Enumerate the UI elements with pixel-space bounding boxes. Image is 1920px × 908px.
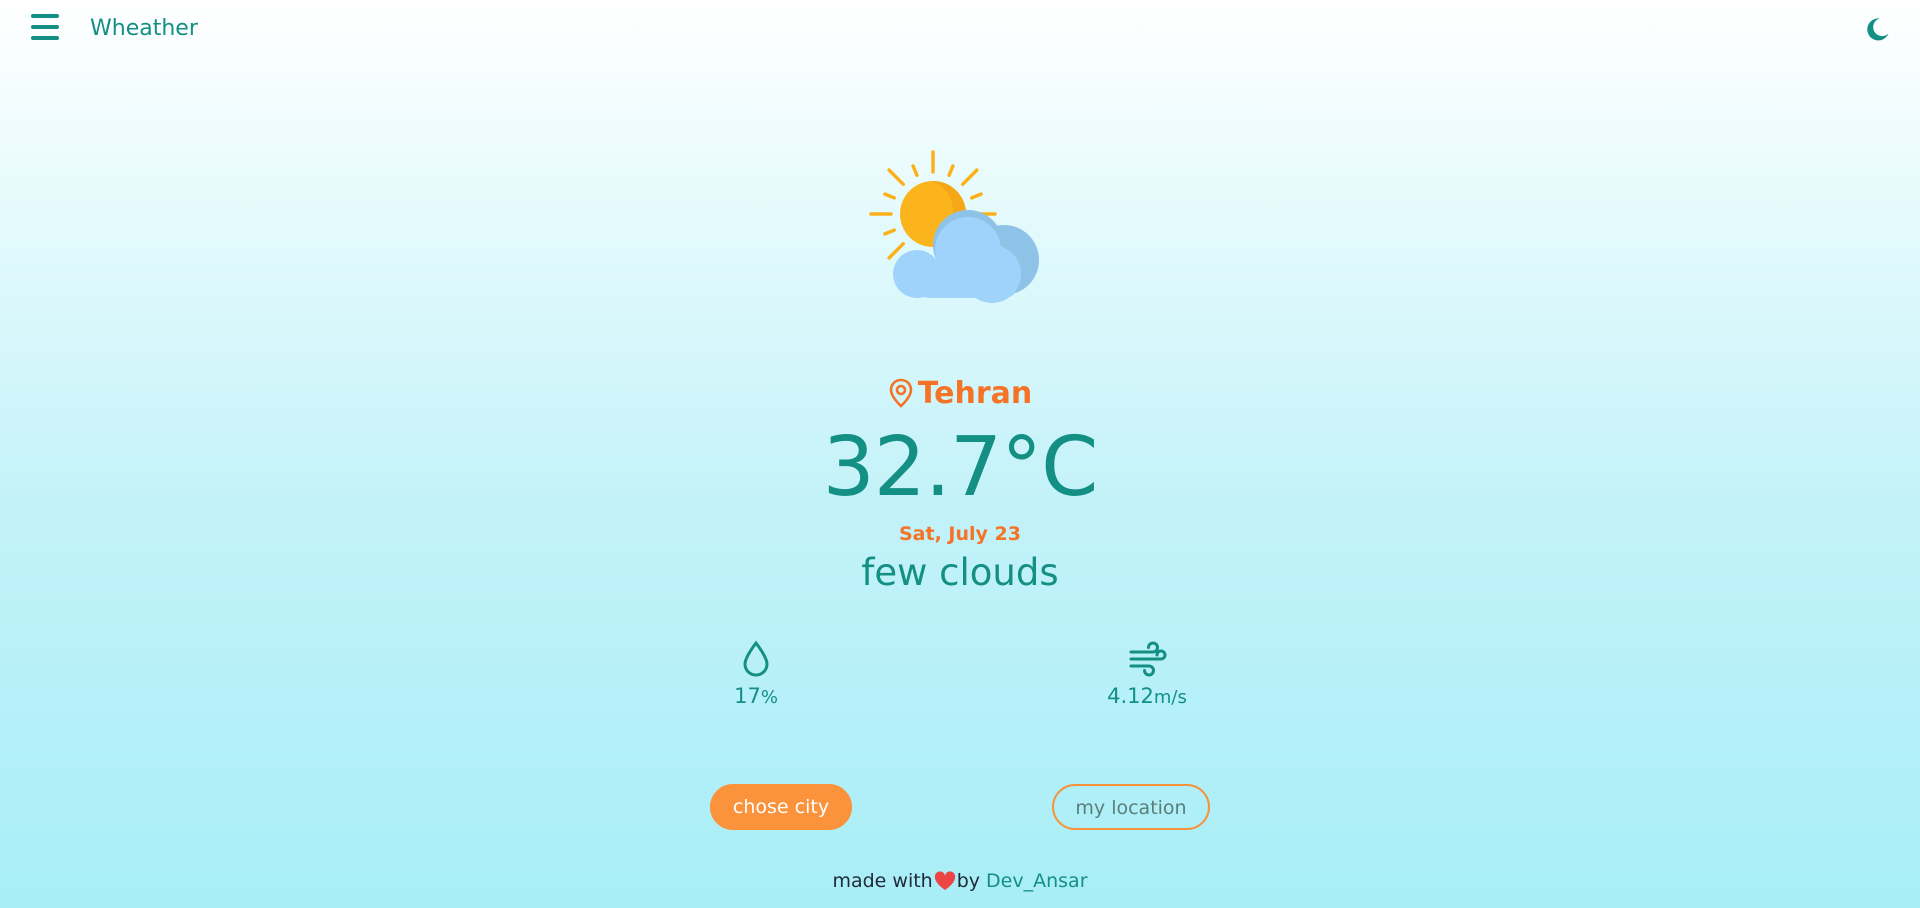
footer-made-with: made with — [832, 870, 933, 892]
wind-icon — [1129, 641, 1167, 677]
droplet-icon — [743, 640, 769, 677]
app-title: Wheather — [90, 16, 198, 41]
footer: made with by Dev_Ansar — [0, 868, 1920, 894]
city-name: Tehran — [917, 375, 1033, 411]
hamburger-icon[interactable] — [31, 14, 59, 40]
temperature: 32.7°C — [822, 420, 1099, 515]
partly-cloudy-icon — [869, 150, 1039, 303]
moon-icon[interactable] — [1864, 16, 1890, 42]
city-row: Tehran — [0, 372, 1920, 414]
footer-by: by — [956, 870, 981, 892]
humidity-unit: % — [760, 687, 778, 708]
wind-value: 4.12 — [1107, 684, 1154, 708]
heart-icon — [934, 871, 955, 890]
humidity-stat: 17% — [676, 640, 836, 712]
author-link[interactable]: Dev_Ansar — [986, 868, 1087, 894]
location-pin-icon — [889, 378, 913, 408]
weather-description: few clouds — [861, 551, 1059, 594]
wind-unit: m/s — [1153, 687, 1187, 708]
chose-city-button[interactable]: chose city — [710, 784, 852, 830]
my-location-button[interactable]: my location — [1052, 784, 1210, 830]
humidity-value: 17 — [734, 684, 761, 708]
wind-stat: 4.12m/s — [1067, 640, 1227, 712]
top-bar: Wheather — [0, 0, 1920, 58]
date: Sat, July 23 — [899, 523, 1021, 545]
